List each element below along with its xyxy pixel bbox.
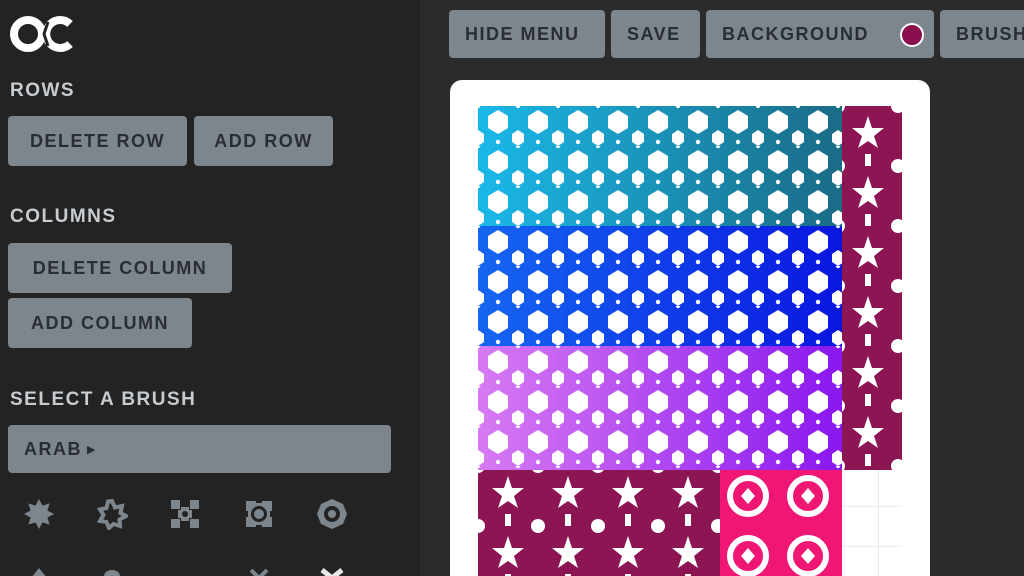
x-brush-icon[interactable]	[243, 564, 275, 576]
square-knot-brush-icon[interactable]	[243, 498, 275, 530]
oc-logo-icon[interactable]	[8, 10, 80, 58]
columns-title: COLUMNS	[10, 206, 117, 227]
star-8-brush-icon[interactable]	[23, 498, 55, 530]
caret-right-icon: ▶	[87, 443, 97, 456]
petal-brush-icon[interactable]	[96, 564, 128, 576]
arrow-brush-icon[interactable]	[23, 564, 55, 576]
canvas-card	[450, 80, 930, 576]
star-outline-brush-icon[interactable]	[96, 498, 128, 530]
delete-column-button[interactable]: DELETE COLUMN	[8, 243, 232, 293]
hide-menu-button[interactable]: HIDE MENU	[449, 10, 605, 58]
background-button-label: BACKGROUND	[722, 23, 869, 44]
cross-knot-brush-icon[interactable]	[169, 498, 201, 530]
brush-select-value: ARAB	[24, 438, 82, 459]
add-row-button[interactable]: ADD ROW	[194, 116, 333, 166]
save-button[interactable]: SAVE	[611, 10, 700, 58]
background-color-swatch[interactable]	[900, 23, 924, 47]
ring-knot-brush-icon[interactable]	[316, 498, 348, 530]
background-button[interactable]: BACKGROUND	[706, 10, 934, 58]
brush-button[interactable]: BRUSH	[940, 10, 1024, 58]
sidebar: ROWS DELETE ROW ADD ROW COLUMNS DELETE C…	[0, 0, 420, 576]
pattern-right-column	[842, 106, 902, 470]
brush-select-dropdown[interactable]: ARAB ▶	[8, 425, 391, 473]
pattern-row-3	[478, 346, 842, 470]
add-column-button[interactable]: ADD COLUMN	[8, 298, 192, 348]
select-brush-title: SELECT A BRUSH	[10, 389, 197, 410]
rows-title: ROWS	[10, 80, 76, 101]
pattern-canvas[interactable]	[478, 106, 902, 576]
x-bold-brush-icon[interactable]	[316, 564, 348, 576]
pattern-row-4	[478, 470, 842, 576]
pattern-row-2	[478, 226, 842, 346]
delete-row-button[interactable]: DELETE ROW	[8, 116, 187, 166]
pattern-row-1	[478, 106, 842, 226]
